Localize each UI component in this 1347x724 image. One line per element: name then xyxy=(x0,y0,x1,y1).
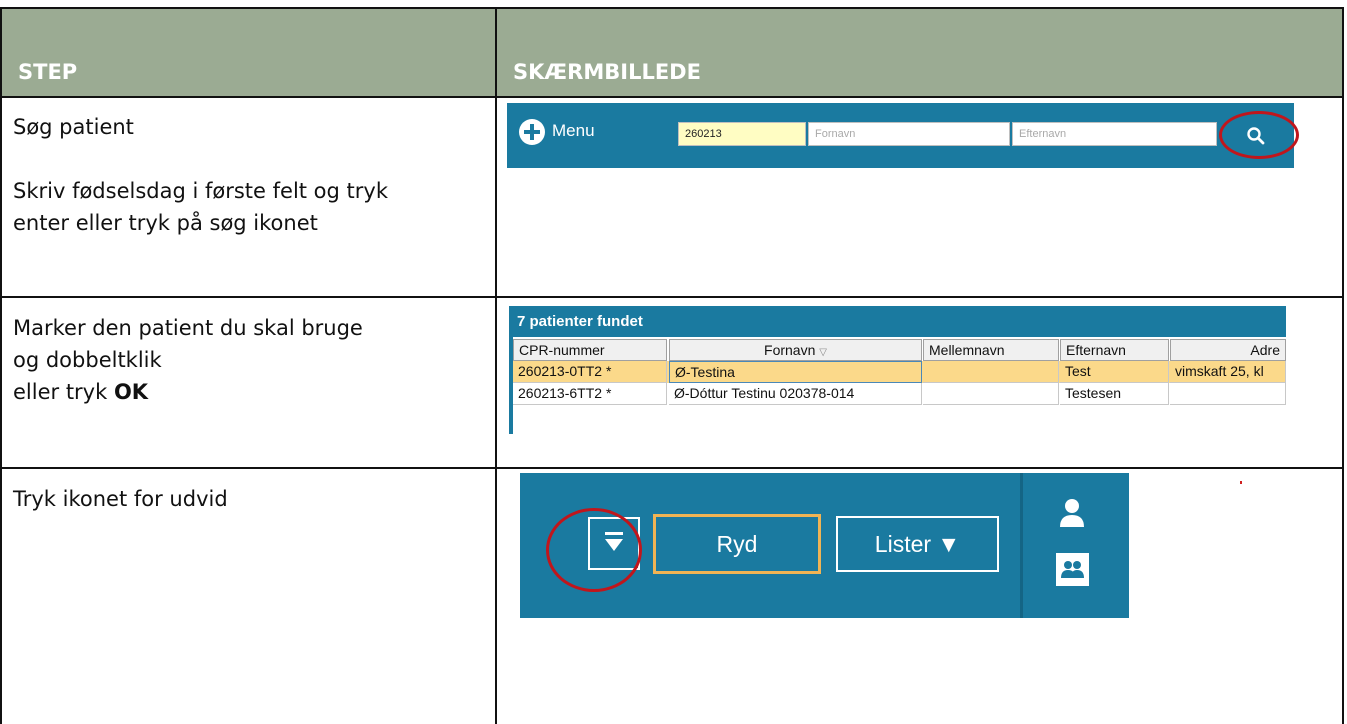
row-divider-1 xyxy=(0,296,1344,298)
header-screenshot-label: SKÆRMBILLEDE xyxy=(513,60,701,84)
col-header-fornavn[interactable]: Fornavn ▽ xyxy=(669,339,922,361)
toolbar-separator xyxy=(1020,473,1023,618)
instruction-table: STEP SKÆRMBILLEDE Søg patient Skriv føds… xyxy=(0,0,1347,724)
step-1-line-1: Skriv fødselsdag i første felt og tryk xyxy=(13,179,388,203)
menu-button[interactable]: Menu xyxy=(552,121,595,141)
cell-cpr: 260213-0TT2 * xyxy=(513,361,667,383)
highlight-circle-expand xyxy=(546,508,642,592)
table-column-divider xyxy=(495,96,497,724)
red-mark xyxy=(1240,481,1242,484)
step-1-title: Søg patient xyxy=(13,115,134,139)
row-divider-2 xyxy=(0,467,1344,469)
cell-mellemnavn xyxy=(923,361,1059,383)
search-bar-screenshot: Menu xyxy=(507,103,1294,168)
header-step-label: STEP xyxy=(18,60,78,84)
table-left-border xyxy=(0,96,2,724)
patient-list-titlebar: 7 patienter fundet xyxy=(509,306,1286,337)
cell-efternavn: Testesen xyxy=(1060,383,1169,405)
sort-descending-icon: ▽ xyxy=(819,347,827,358)
step-1-text: Søg patient Skriv fødselsdag i første fe… xyxy=(13,111,388,239)
patient-list-title: 7 patienter fundet xyxy=(517,313,643,330)
users-icon xyxy=(1061,561,1084,578)
cell-mellemnavn xyxy=(923,383,1059,405)
plus-circle-icon[interactable] xyxy=(519,119,545,145)
cell-adresse: vimskaft 25, kl xyxy=(1170,361,1286,383)
col-header-cpr[interactable]: CPR-nummer xyxy=(513,339,667,361)
cpr-search-input[interactable] xyxy=(678,122,806,146)
highlight-circle-search xyxy=(1219,111,1299,159)
lister-dropdown-button[interactable]: Lister ▼ xyxy=(836,516,999,572)
cell-cpr: 260213-6TT2 * xyxy=(513,383,667,405)
patient-grid-header: CPR-nummer Fornavn ▽ Mellemnavn Efternav… xyxy=(513,339,1286,361)
patient-list-screenshot: 7 patienter fundet CPR-nummer Fornavn ▽ … xyxy=(509,306,1286,434)
user-icon[interactable] xyxy=(1060,498,1084,528)
cell-fornavn: Ø-Testina xyxy=(669,361,922,383)
step-3-text: Tryk ikonet for udvid xyxy=(13,483,228,515)
table-right-border xyxy=(1342,96,1344,724)
efternavn-search-input[interactable] xyxy=(1012,122,1217,146)
step-2-line-1: Marker den patient du skal bruge xyxy=(13,316,363,340)
step-2-line-3: eller tryk OK xyxy=(13,376,363,408)
col-header-adresse[interactable]: Adre xyxy=(1170,339,1286,361)
header-step-cell: STEP xyxy=(0,7,497,98)
step-2-ok-bold: OK xyxy=(113,380,149,404)
cell-efternavn: Test xyxy=(1060,361,1169,383)
table-row[interactable]: 260213-6TT2 * Ø-Dóttur Testinu 020378-01… xyxy=(513,383,1286,405)
header-screenshot-cell: SKÆRMBILLEDE xyxy=(495,7,1344,98)
cell-fornavn: Ø-Dóttur Testinu 020378-014 xyxy=(669,383,922,405)
col-header-efternavn[interactable]: Efternavn xyxy=(1060,339,1169,361)
step-2-text: Marker den patient du skal bruge og dobb… xyxy=(13,312,363,408)
step-1-spacer xyxy=(13,143,388,175)
table-row[interactable]: 260213-0TT2 * Ø-Testina Test vimskaft 25… xyxy=(513,361,1286,383)
step-3-line-1: Tryk ikonet for udvid xyxy=(13,487,228,511)
col-header-fornavn-label: Fornavn xyxy=(764,342,816,358)
step-1-line-2: enter eller tryk på søg ikonet xyxy=(13,211,318,235)
users-button[interactable] xyxy=(1056,553,1089,586)
fornavn-search-input[interactable] xyxy=(808,122,1010,146)
step-2-line-2: og dobbeltklik xyxy=(13,348,162,372)
ryd-button[interactable]: Ryd xyxy=(653,514,821,574)
step-2-line-3-prefix: eller tryk xyxy=(13,380,114,404)
col-header-mellemnavn[interactable]: Mellemnavn xyxy=(923,339,1059,361)
cell-adresse xyxy=(1170,383,1286,405)
